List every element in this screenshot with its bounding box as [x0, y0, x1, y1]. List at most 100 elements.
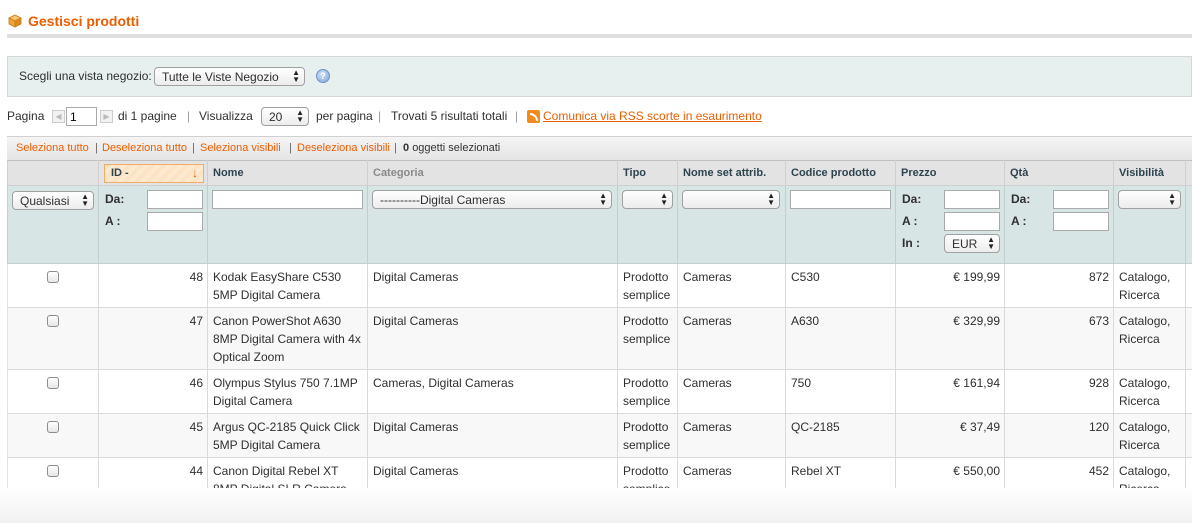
- row-checkbox-cell: [7, 307, 99, 370]
- qty-from-label: Da:: [1011, 192, 1031, 206]
- cell-sku: A630: [785, 307, 896, 370]
- cell-overflow: [1185, 413, 1192, 458]
- cell-attr-set: Cameras: [677, 307, 786, 370]
- row-checkbox[interactable]: [47, 315, 59, 327]
- massaction-separator: |: [394, 142, 397, 154]
- column-header-attr-set[interactable]: Nome set attrib.: [677, 160, 786, 186]
- column-header-id[interactable]: ID - ↓: [98, 160, 208, 186]
- select-all-link[interactable]: Seleziona tutto: [16, 142, 89, 154]
- price-from-label: Da:: [902, 192, 922, 206]
- filter-id: Da: A :: [98, 185, 208, 264]
- prev-page-icon[interactable]: ◀: [52, 110, 65, 123]
- name-filter-input[interactable]: [212, 190, 363, 209]
- row-checkbox[interactable]: [47, 271, 59, 283]
- id-from-input[interactable]: [147, 190, 203, 209]
- row-checkbox[interactable]: [47, 465, 59, 477]
- category-filter-select[interactable]: ----------Digital Cameras ▲ ▼: [372, 190, 612, 209]
- massaction-separator: |: [192, 142, 195, 154]
- attr-set-filter-select[interactable]: ▲ ▼: [682, 190, 780, 209]
- type-filter-select[interactable]: ▲ ▼: [622, 190, 673, 209]
- cell-id: 48: [98, 263, 208, 308]
- cell-visibility: Catalogo, Ricerca: [1113, 307, 1186, 370]
- cell-price: € 37,49: [895, 413, 1005, 458]
- select-arrows-icon: ▲ ▼: [296, 108, 304, 124]
- unselect-all-link[interactable]: Deseleziona tutto: [102, 142, 187, 154]
- help-icon[interactable]: ?: [316, 69, 330, 83]
- cell-sku: 750: [785, 369, 896, 414]
- row-checkbox-cell: [7, 263, 99, 308]
- qty-to-label: A :: [1011, 214, 1027, 228]
- view-label: Visualizza: [199, 109, 253, 123]
- filter-row: Qualsiasi ▲ ▼ Da: A : ----------Digital C…: [7, 185, 1192, 264]
- currency-select[interactable]: EUR ▲ ▼: [944, 234, 1000, 253]
- select-visible-link[interactable]: Seleziona visibili: [200, 142, 281, 154]
- visibility-filter-select[interactable]: ▲ ▼: [1118, 190, 1181, 209]
- id-to-input[interactable]: [147, 212, 203, 231]
- table-row[interactable]: 47 Canon PowerShot A630 8MP Digital Came…: [7, 307, 1192, 370]
- unselect-visible-link[interactable]: Deseleziona visibili: [297, 142, 390, 154]
- select-arrows-icon: ▲ ▼: [767, 191, 775, 207]
- cell-name: Kodak EasyShare C530 5MP Digital Camera: [207, 263, 368, 308]
- page-count: di 1 pagine: [118, 109, 177, 123]
- qty-from-input[interactable]: [1053, 190, 1109, 209]
- store-switcher: Scegli una vista negozio: Tutte le Viste…: [7, 56, 1192, 97]
- column-header-category[interactable]: Categoria: [367, 160, 618, 186]
- id-to-label: A :: [105, 214, 121, 228]
- cell-category: Digital Cameras: [367, 413, 618, 458]
- rss-icon[interactable]: [527, 110, 540, 123]
- table-row[interactable]: 48 Kodak EasyShare C530 5MP Digital Came…: [7, 263, 1192, 308]
- price-from-input[interactable]: [944, 190, 1000, 209]
- products-grid: ID - ↓ Nome Categoria Tipo Nome set attri…: [7, 160, 1192, 502]
- cell-visibility: Catalogo, Ricerca: [1113, 369, 1186, 414]
- column-header-overflow: [1185, 160, 1192, 186]
- price-to-input[interactable]: [944, 212, 1000, 231]
- cell-name: Olympus Stylus 750 7.1MP Digital Camera: [207, 369, 368, 414]
- table-row[interactable]: 45 Argus QC-2185 Quick Click 5MP Digital…: [7, 413, 1192, 458]
- cell-qty: 120: [1004, 413, 1114, 458]
- massaction-filter-select[interactable]: Qualsiasi ▲ ▼: [12, 191, 94, 210]
- page-input[interactable]: [66, 107, 97, 126]
- column-header-type[interactable]: Tipo: [617, 160, 678, 186]
- category-filter-value: ----------Digital Cameras: [380, 193, 506, 207]
- results-count: Trovati 5 risultati totali: [391, 109, 508, 123]
- cell-price: € 161,94: [895, 369, 1005, 414]
- filter-attr-set: ▲ ▼: [677, 185, 786, 264]
- cell-overflow: [1185, 263, 1192, 308]
- sku-filter-input[interactable]: [790, 190, 891, 209]
- price-to-label: A :: [902, 214, 918, 228]
- next-page-icon[interactable]: ▶: [100, 110, 113, 123]
- column-header-price[interactable]: Prezzo: [895, 160, 1005, 186]
- column-header-qty[interactable]: Qtà: [1004, 160, 1114, 186]
- currency-value: EUR: [952, 237, 978, 251]
- select-arrows-icon: ▲ ▼: [599, 191, 607, 207]
- cell-type: Prodotto semplice: [617, 413, 678, 458]
- cell-name: Argus QC-2185 Quick Click 5MP Digital Ca…: [207, 413, 368, 458]
- select-arrows-icon: ▲ ▼: [1168, 191, 1176, 207]
- massaction-bar: Seleziona tutto | Deseleziona tutto | Se…: [7, 136, 1192, 160]
- column-header-visibility[interactable]: Visibilità: [1113, 160, 1186, 186]
- cell-id: 47: [98, 307, 208, 370]
- row-checkbox[interactable]: [47, 377, 59, 389]
- product-cube-icon: [8, 14, 22, 28]
- row-checkbox[interactable]: [47, 421, 59, 433]
- cell-sku: QC-2185: [785, 413, 896, 458]
- massaction-separator: |: [289, 142, 292, 154]
- column-header-name[interactable]: Nome: [207, 160, 368, 186]
- filter-category: ----------Digital Cameras ▲ ▼: [367, 185, 618, 264]
- filter-overflow: [1185, 185, 1192, 264]
- cell-type: Prodotto semplice: [617, 307, 678, 370]
- per-page-select[interactable]: 20 ▲ ▼: [261, 107, 309, 126]
- cell-type: Prodotto semplice: [617, 369, 678, 414]
- column-header-sku[interactable]: Codice prodotto: [785, 160, 896, 186]
- store-view-select[interactable]: Tutte le Viste Negozio ▲ ▼: [154, 67, 305, 86]
- sort-desc-icon: ↓: [192, 165, 198, 180]
- row-checkbox-cell: [7, 413, 99, 458]
- per-page-label: per pagina: [316, 109, 373, 123]
- qty-to-input[interactable]: [1053, 212, 1109, 231]
- cell-overflow: [1185, 307, 1192, 370]
- table-row[interactable]: 46 Olympus Stylus 750 7.1MP Digital Came…: [7, 369, 1192, 414]
- page-title: Gestisci prodotti: [28, 13, 140, 29]
- cell-visibility: Catalogo, Ricerca: [1113, 413, 1186, 458]
- rss-low-stock-link[interactable]: Comunica via RSS scorte in esaurimento: [543, 109, 762, 123]
- pager-separator: |: [187, 109, 191, 123]
